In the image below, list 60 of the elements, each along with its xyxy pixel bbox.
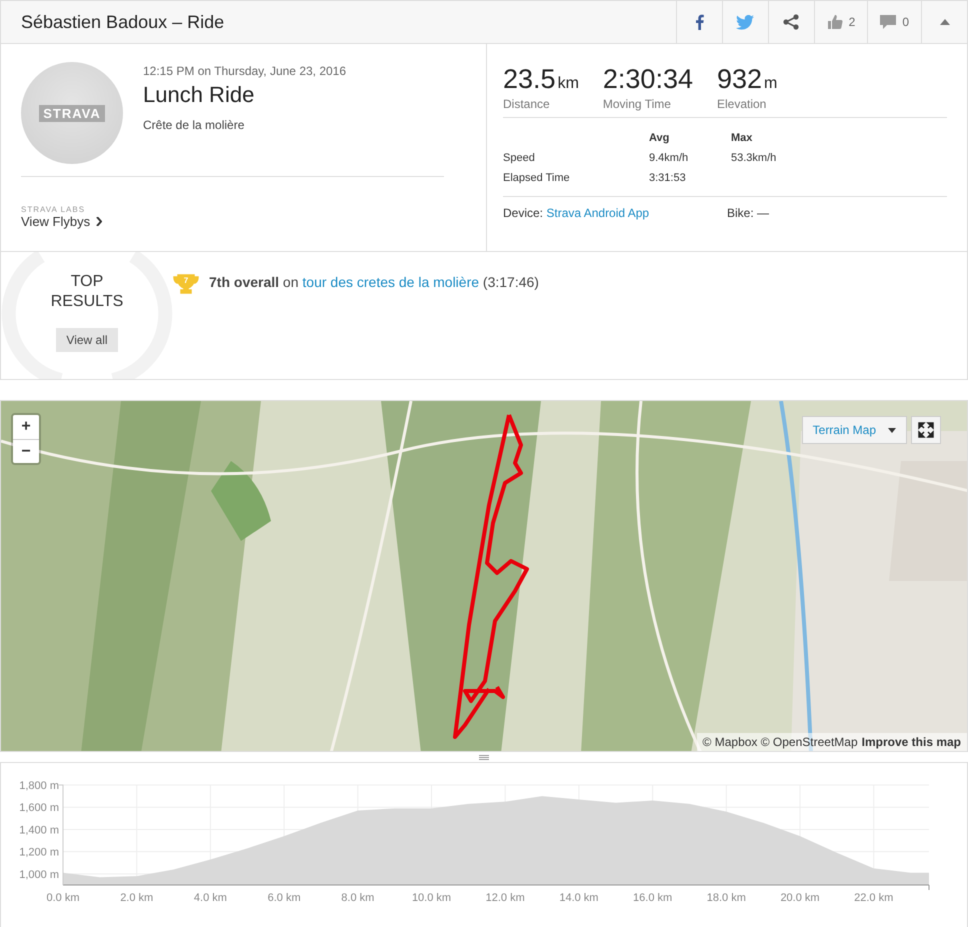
activity-datetime: 12:15 PM on Thursday, June 23, 2016 (143, 64, 346, 78)
bike-text: Bike: — (727, 206, 770, 220)
attribution-text: © Mapbox © OpenStreetMap (702, 735, 858, 749)
stat-label: Elevation (716, 97, 768, 111)
resize-handle-icon[interactable] (479, 754, 489, 760)
y-tick-label: 1,600 m (19, 802, 59, 814)
stat-value: 932 m (716, 64, 778, 95)
top-results-title: TOP RESULTS (50, 272, 124, 312)
x-tick-label: 20.0 km (780, 892, 820, 904)
x-tick-label: 2.0 km (120, 892, 154, 904)
view-all-button[interactable]: View all (56, 328, 118, 352)
avatar-logo-text: STRAVA (39, 104, 105, 122)
avg-value: 3:31:53 (649, 172, 687, 184)
y-tick-label: 1,400 m (19, 824, 59, 836)
flybys-link[interactable]: View Flybys (21, 214, 90, 229)
facebook-icon (694, 14, 704, 30)
avg-value: 9.4km/h (649, 152, 690, 164)
column-header: Max (731, 132, 754, 144)
stat-value: 23.5 km (503, 64, 579, 95)
x-tick-label: 18.0 km (706, 892, 746, 904)
stat-label: Moving Time (602, 97, 672, 111)
x-tick-label: 4.0 km (194, 892, 227, 904)
column-header: Avg (649, 132, 670, 144)
improve-map-link[interactable]: Improve this map (862, 735, 961, 749)
labs-label: STRAVA LABS (21, 205, 86, 214)
device-text: Device: Strava Android App (503, 206, 650, 220)
page-title: Sébastien Badoux – Ride (20, 12, 226, 32)
x-tick-label: 12.0 km (486, 892, 525, 904)
achievement-text: 7th overall on tour des cretes de la molière (3:17:46) (209, 274, 539, 290)
bird-icon (736, 14, 754, 30)
x-tick-label: 16.0 km (633, 892, 672, 904)
zoom-in-button[interactable]: + (13, 415, 39, 439)
x-tick-label: 10.0 km (412, 892, 452, 904)
x-tick-label: 6.0 km (268, 892, 301, 904)
x-tick-label: 8.0 km (341, 892, 374, 904)
share-icon (783, 14, 800, 30)
y-tick-label: 1,000 m (19, 868, 59, 881)
caret-up-icon (940, 19, 950, 25)
activity-description: Crête de la molière (143, 118, 246, 132)
device-link[interactable]: Strava Android App (546, 206, 650, 220)
activity-name: Lunch Ride (143, 82, 256, 108)
y-tick-label: 1,800 m (19, 780, 59, 792)
stat-value: 2:30:34 (602, 64, 693, 95)
speech-bubble-icon (880, 14, 896, 30)
fullscreen-icon (918, 422, 934, 438)
thumbs-up-icon (826, 14, 843, 30)
max-value: 53.3km/h (731, 152, 778, 164)
x-tick-label: 14.0 km (559, 892, 598, 904)
fullscreen-button[interactable] (911, 416, 941, 444)
stat-label: Distance (503, 97, 551, 111)
chevron-right-icon (96, 217, 102, 226)
row-label: Elapsed Time (503, 172, 571, 184)
row-label: Speed (503, 152, 536, 164)
x-tick-label: 22.0 km (854, 892, 894, 904)
kudos-button[interactable]: 2 (814, 1, 868, 43)
zoom-out-button[interactable]: − (13, 439, 39, 463)
comments-button[interactable]: 0 (867, 1, 921, 43)
y-tick-label: 1,200 m (19, 846, 59, 859)
segment-link[interactable]: tour des cretes de la molière (302, 274, 480, 290)
x-tick-label: 0.0 km (46, 892, 80, 904)
